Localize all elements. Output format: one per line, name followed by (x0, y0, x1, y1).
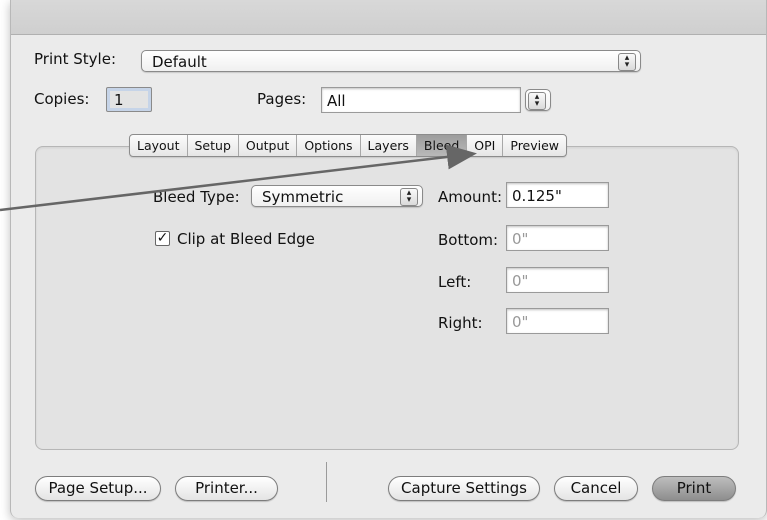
up-down-stepper-icon: ▴ ▾ (528, 92, 546, 110)
tab-layers[interactable]: Layers (361, 135, 417, 156)
amount-field[interactable]: 0.125" (506, 182, 609, 208)
left-field[interactable]: 0" (506, 267, 609, 293)
dialog-titlebar (11, 0, 766, 35)
clip-at-bleed-edge-label: Clip at Bleed Edge (177, 230, 315, 248)
pages-field[interactable]: All (321, 87, 521, 113)
checkmark-icon: ✓ (156, 230, 169, 246)
right-label: Right: (438, 314, 483, 332)
bottom-label: Bottom: (438, 231, 499, 249)
right-field[interactable]: 0" (506, 308, 609, 334)
pages-popup-button[interactable]: ▴ ▾ (525, 89, 551, 111)
bleed-type-value: Symmetric (262, 188, 344, 206)
amount-label: Amount: (438, 188, 502, 206)
tab-options[interactable]: Options (297, 135, 361, 156)
tab-setup[interactable]: Setup (188, 135, 239, 156)
tab-bleed[interactable]: Bleed (416, 135, 468, 156)
print-style-label: Print Style: (34, 50, 117, 68)
tab-preview[interactable]: Preview (503, 135, 566, 156)
capture-settings-button[interactable]: Capture Settings (388, 476, 540, 501)
pages-label: Pages: (257, 90, 307, 108)
copies-label: Copies: (34, 90, 90, 108)
tab-opi[interactable]: OPI (467, 135, 504, 156)
up-down-stepper-icon: ▴ ▾ (618, 53, 636, 71)
tab-layout[interactable]: Layout (130, 135, 188, 156)
up-down-stepper-icon: ▴ ▾ (400, 188, 418, 206)
print-dialog: Print Style: Default ▴ ▾ Copies: 1 Pages:… (10, 0, 767, 518)
print-style-popup[interactable]: Default ▴ ▾ (141, 50, 641, 72)
copies-field[interactable]: 1 (106, 87, 152, 112)
tab-bar: Layout Setup Output Options Layers Bleed… (129, 134, 568, 157)
cancel-button[interactable]: Cancel (554, 476, 638, 501)
clip-at-bleed-edge-checkbox[interactable]: ✓ (155, 231, 170, 246)
button-divider (326, 462, 327, 502)
bottom-field[interactable]: 0" (506, 225, 609, 251)
print-button[interactable]: Print (652, 476, 736, 501)
print-style-value: Default (152, 53, 207, 71)
printer-button[interactable]: Printer... (175, 476, 278, 501)
left-label: Left: (438, 273, 472, 291)
bleed-type-popup[interactable]: Symmetric ▴ ▾ (251, 185, 423, 207)
page-setup-button[interactable]: Page Setup... (35, 476, 161, 501)
bleed-type-label: Bleed Type: (153, 188, 240, 206)
tab-output[interactable]: Output (239, 135, 298, 156)
